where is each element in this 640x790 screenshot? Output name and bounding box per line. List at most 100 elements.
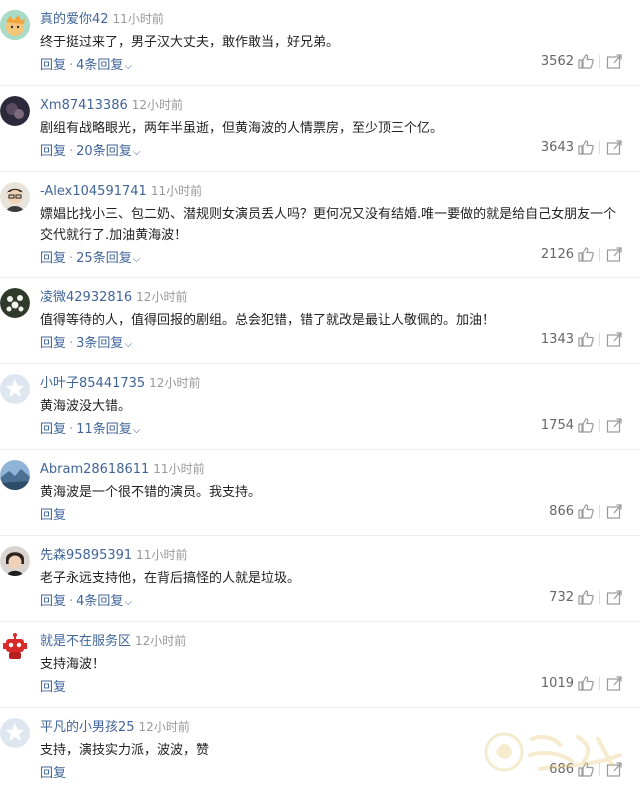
user-avatar[interactable] xyxy=(0,374,30,404)
reply-button[interactable]: 回复 xyxy=(40,766,66,781)
comment-time: 11小时前 xyxy=(136,548,188,562)
comment-stats: 3643 xyxy=(541,140,622,155)
share-icon[interactable] xyxy=(606,418,622,433)
reply-button[interactable]: 回复 xyxy=(40,251,66,266)
like-count: 732 xyxy=(549,590,574,605)
user-avatar[interactable] xyxy=(0,460,30,490)
username[interactable]: 凌微42932816 xyxy=(40,290,132,305)
reply-button[interactable]: 回复 xyxy=(40,336,66,351)
share-icon[interactable] xyxy=(606,140,622,155)
separator-dot: · xyxy=(69,336,74,351)
share-icon[interactable] xyxy=(606,332,622,347)
user-avatar[interactable] xyxy=(0,546,30,576)
comment-actions: 回复 · 20条回复⌵ xyxy=(40,140,140,159)
comment-text: 老子永远支持他，在背后搞怪的人就是垃圾。 xyxy=(40,571,301,586)
user-avatar[interactable] xyxy=(0,10,30,40)
like-count: 686 xyxy=(549,762,574,777)
comment-text: 支持海波！ xyxy=(40,657,106,672)
thumbs-up-icon[interactable] xyxy=(578,504,594,519)
comment-header: Abram28618611 11小时前 xyxy=(40,460,205,479)
username[interactable]: 先森95895391 xyxy=(40,548,132,563)
share-icon[interactable] xyxy=(606,590,622,605)
landscape-avatar-icon xyxy=(0,460,30,490)
user-avatar[interactable] xyxy=(0,288,30,318)
share-icon[interactable] xyxy=(606,54,622,69)
reply-button[interactable]: 回复 xyxy=(40,508,66,523)
comment-actions: 回复 xyxy=(40,762,66,781)
comment-item: Abram28618611 11小时前 黄海波是一个很不错的演员。我支持。 回复 … xyxy=(0,450,640,536)
comment-time: 12小时前 xyxy=(131,98,184,112)
comment-actions: 回复 xyxy=(40,504,66,523)
like-count: 1343 xyxy=(540,332,574,347)
comment-item: 凌微42932816 12小时前 值得等待的人，值得回报的剧组。总会犯错，错了就改… xyxy=(0,278,640,364)
thumbs-up-icon[interactable] xyxy=(578,676,594,691)
separator-dot: · xyxy=(69,594,74,609)
dark-avatar-icon xyxy=(0,96,30,126)
reply-button[interactable]: 回复 xyxy=(40,422,66,437)
user-avatar[interactable] xyxy=(0,96,30,126)
chevron-down-icon[interactable]: ⌵ xyxy=(133,425,141,436)
thumbs-up-icon[interactable] xyxy=(578,332,594,347)
view-replies-link[interactable]: 4条回复 xyxy=(76,594,123,609)
comment-actions: 回复 · 4条回复⌵ xyxy=(40,590,132,609)
comment-stats: 686 xyxy=(549,762,622,777)
reply-button[interactable]: 回复 xyxy=(40,58,66,73)
like-count: 1019 xyxy=(540,676,574,691)
username[interactable]: Xm87413386 xyxy=(40,98,128,113)
thumbs-up-icon[interactable] xyxy=(578,762,594,777)
reply-button[interactable]: 回复 xyxy=(40,680,66,695)
comment-text: 嫖娼比找小三、包二奶、潜规则女演员丢人吗？更何况又没有结婚.唯一要做的就是给自己… xyxy=(40,207,617,243)
comment-time: 12小时前 xyxy=(136,290,188,304)
thumbs-up-icon[interactable] xyxy=(578,140,594,155)
thumbs-up-icon[interactable] xyxy=(578,54,594,69)
reply-button[interactable]: 回复 xyxy=(40,144,66,159)
comment-header: 先森95895391 11小时前 xyxy=(40,546,187,565)
chevron-down-icon[interactable]: ⌵ xyxy=(124,61,132,72)
username[interactable]: 平凡的小男孩25 xyxy=(40,720,135,735)
share-icon[interactable] xyxy=(606,247,622,262)
username[interactable]: Abram28618611 xyxy=(40,462,149,477)
chevron-down-icon[interactable]: ⌵ xyxy=(124,597,132,608)
comment-item: Xm87413386 12小时前 剧组有战略眼光，两年半虽逝，但黄海波的人情票房，… xyxy=(0,86,640,172)
reply-button[interactable]: 回复 xyxy=(40,594,66,609)
like-count: 2126 xyxy=(540,247,574,262)
username[interactable]: 就是不在服务区 xyxy=(40,634,131,649)
comment-item: 小叶子85441735 12小时前 黄海波没大错。 回复 · 11条回复⌵ 1754 xyxy=(0,364,640,450)
username[interactable]: 真的爱你42 xyxy=(40,12,109,27)
view-replies-link[interactable]: 11条回复 xyxy=(76,422,132,437)
share-icon[interactable] xyxy=(606,504,622,519)
username[interactable]: 小叶子85441735 xyxy=(40,376,145,391)
view-replies-link[interactable]: 20条回复 xyxy=(76,144,132,159)
username[interactable]: -Alex104591741 xyxy=(40,184,147,199)
separator-dot: · xyxy=(69,58,74,73)
user-avatar[interactable] xyxy=(0,632,30,662)
separator-dot: · xyxy=(69,251,74,266)
chevron-down-icon[interactable]: ⌵ xyxy=(133,147,141,158)
comment-header: 就是不在服务区 12小时前 xyxy=(40,632,186,651)
thumbs-up-icon[interactable] xyxy=(578,247,594,262)
comment-actions: 回复 xyxy=(40,676,66,695)
comment-header: 平凡的小男孩25 12小时前 xyxy=(40,718,190,737)
comment-actions: 回复 · 25条回复⌵ xyxy=(40,247,140,266)
share-icon[interactable] xyxy=(606,762,622,777)
red-robot-avatar-icon xyxy=(0,632,30,662)
view-replies-link[interactable]: 3条回复 xyxy=(76,336,123,351)
comment-text: 黄海波是一个很不错的演员。我支持。 xyxy=(40,485,262,500)
comment-time: 12小时前 xyxy=(135,634,187,648)
user-avatar[interactable] xyxy=(0,718,30,748)
thumbs-up-icon[interactable] xyxy=(578,590,594,605)
comment-stats: 3562 xyxy=(541,54,622,69)
comment-text: 黄海波没大错。 xyxy=(40,399,132,414)
chevron-down-icon[interactable]: ⌵ xyxy=(124,339,132,350)
comment-item: 先森95895391 11小时前 老子永远支持他，在背后搞怪的人就是垃圾。 回复 ·… xyxy=(0,536,640,622)
comment-stats: 1343 xyxy=(541,332,622,347)
thumbs-up-icon[interactable] xyxy=(578,418,594,433)
view-replies-link[interactable]: 25条回复 xyxy=(76,251,132,266)
comment-stats: 866 xyxy=(549,504,622,519)
user-avatar[interactable] xyxy=(0,182,30,212)
share-icon[interactable] xyxy=(606,676,622,691)
chevron-down-icon[interactable]: ⌵ xyxy=(133,254,141,265)
comment-item: -Alex104591741 11小时前 嫖娼比找小三、包二奶、潜规则女演员丢人吗… xyxy=(0,172,640,278)
view-replies-link[interactable]: 4条回复 xyxy=(76,58,123,73)
separator-dot: · xyxy=(69,422,74,437)
